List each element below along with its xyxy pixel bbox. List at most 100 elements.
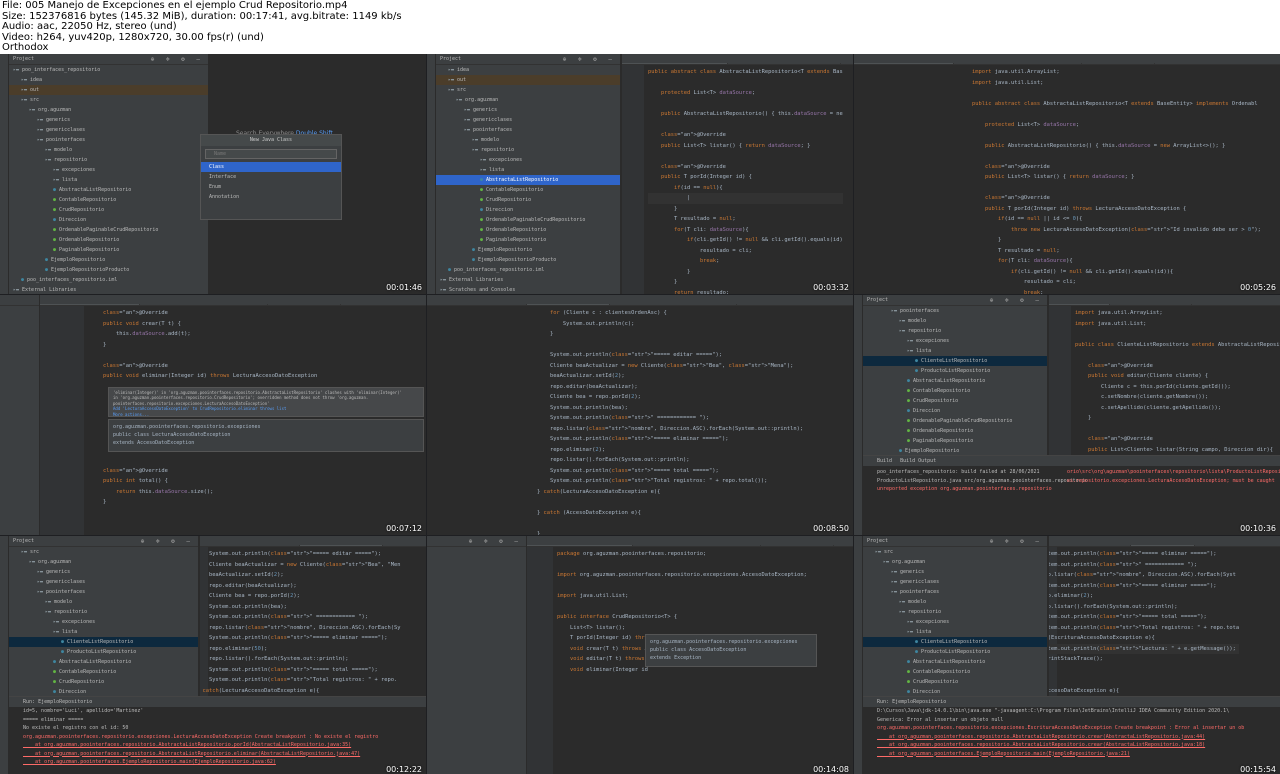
tree-item[interactable]: ● poo_interfaces_repositorio.iml — [436, 265, 620, 275]
tree-item[interactable]: ● CrudRepositorio — [863, 677, 1047, 687]
tree-item[interactable]: ▸▬ genericclases — [9, 125, 208, 135]
tree-item[interactable]: ▸▬ src — [863, 547, 1047, 557]
tree-item[interactable]: ▸▬ modelo — [9, 145, 208, 155]
tree-item[interactable]: ▸▬ modelo — [9, 597, 198, 607]
tree-item[interactable]: ● Direccion — [863, 406, 1047, 416]
tree-item[interactable]: ● OrdenableRepositorio — [863, 426, 1047, 436]
class-name-input[interactable]: Name — [205, 149, 337, 159]
tree-item[interactable]: ● oProducto — [0, 472, 39, 482]
panel-toolbar-icons[interactable]: ⊕ ≑ ⚙ — — [469, 536, 522, 547]
tree-item[interactable]: ▸▬ lista — [863, 346, 1047, 356]
tree-item[interactable]: ▸▬ repositorio — [9, 155, 208, 165]
tree-item[interactable]: ▸▬ poo_interfaces_repositorio — [9, 65, 208, 75]
tree-item[interactable]: ● ositorio — [0, 442, 39, 452]
tree-item[interactable]: ● Direccion — [9, 687, 198, 696]
tree-item[interactable]: ● ClienteListRepositorio — [863, 637, 1047, 647]
tree-item[interactable]: ▸▬ lista — [863, 627, 1047, 637]
tree-item[interactable]: ▸▬ Scratches and Consoles — [436, 285, 620, 294]
tree-item[interactable]: ▸▬ out — [436, 75, 620, 85]
tree-item[interactable]: ● AbstractaListRepositorio — [9, 185, 208, 195]
tree-item[interactable]: ● OrdenablePaginableCrudRepositorio — [9, 225, 208, 235]
code-editor[interactable]: for (Cliente c : clientesOrdenAsc) { Sys… — [427, 306, 853, 535]
tree-item[interactable]: ▸▬ modelo — [863, 597, 1047, 607]
tree-item[interactable]: ▸▬ org.aguzman — [863, 557, 1047, 567]
tree-item[interactable]: ● EjemploRepositorio — [9, 255, 208, 265]
tree-item[interactable]: ▸▬ External Libraries — [436, 275, 620, 285]
code-editor[interactable]: import java.util.ArrayList; import java.u… — [1049, 306, 1280, 455]
tree-item[interactable]: ● CrudRepositorio — [9, 677, 198, 687]
tree-item[interactable]: ▸▬ generics — [9, 115, 208, 125]
tree-item[interactable]: ● ContableRepositorio — [9, 667, 198, 677]
tree-item[interactable]: ▸▬ idea — [436, 65, 620, 75]
tree-item[interactable]: ● EjemploRepositorioProducto — [9, 265, 208, 275]
tree-item[interactable]: ▸▬ org.aguzman — [9, 105, 208, 115]
tree-item[interactable]: ▸▬ excepciones — [863, 336, 1047, 346]
tree-item[interactable]: ▸▬ repositorio — [863, 326, 1047, 336]
tree-item[interactable]: ● PaginableRepositorio — [9, 245, 208, 255]
run-config-tab[interactable]: EjemploRepositorio — [38, 699, 92, 705]
tree-item[interactable]: ● AbstractaListRepositorio — [863, 376, 1047, 386]
tree-item[interactable]: ● AbstractaListRepositorio — [9, 657, 198, 667]
tree-item[interactable]: ● OrdenableRepositorio — [436, 225, 620, 235]
tree-item[interactable]: ● ProductoListRepositorio — [9, 647, 198, 657]
tree-item[interactable]: ▸▬ out — [9, 85, 208, 95]
code-editor[interactable]: System.out.println(class="str">"===== ed… — [200, 547, 426, 696]
dialog-option[interactable]: Class — [201, 162, 341, 172]
tree-item[interactable]: ● CrudRepositorio — [9, 205, 208, 215]
tree-item[interactable]: ▸▬ lista — [9, 175, 208, 185]
tree-item[interactable]: ● Direccion — [9, 215, 208, 225]
tree-item[interactable]: ● OrdenablePaginableCrudRepositorio — [863, 416, 1047, 426]
tree-item[interactable]: ● orio — [0, 452, 39, 462]
build-tab[interactable]: Build — [877, 458, 892, 464]
tree-item[interactable]: ● EjemploRepositorio — [863, 446, 1047, 455]
tree-item[interactable]: ▸▬ modelo — [436, 135, 620, 145]
tree-item[interactable]: ▸▬ excepciones — [9, 165, 208, 175]
tree-item[interactable]: ● EjemploRepositorioProducto — [436, 255, 620, 265]
tree-item[interactable]: ▸▬ lista — [436, 165, 620, 175]
tree-item[interactable]: ● ContableRepositorio — [863, 386, 1047, 396]
tree-item[interactable]: ● ContableRepositorio — [863, 667, 1047, 677]
tree-item[interactable]: ● Direccion — [863, 687, 1047, 696]
tree-item[interactable]: ▸▬ idea — [9, 75, 208, 85]
tree-item[interactable]: ▸▬ genericclases — [9, 577, 198, 587]
tree-item[interactable]: ▸▬ poointerfaces — [9, 135, 208, 145]
tree-item[interactable]: ● EjemploRepositorio — [436, 245, 620, 255]
tree-item[interactable]: ▸▬ org.aguzman — [9, 557, 198, 567]
tree-item[interactable]: ▸▬ poointerfaces — [436, 125, 620, 135]
panel-toolbar-icons[interactable]: ⊕ ≑ ⚙ — — [990, 536, 1043, 547]
tree-item[interactable]: ▸▬ modelo — [863, 316, 1047, 326]
tree-item[interactable]: ▸▬ excepciones — [436, 155, 620, 165]
tree-item[interactable]: ● PaginableRepositorio — [436, 235, 620, 245]
code-editor[interactable]: import java.util.ArrayList; import java.u… — [854, 65, 1280, 294]
tree-item[interactable]: ▸▬ repositorio — [9, 607, 198, 617]
tree-item[interactable]: ● CrudRepositorio — [436, 195, 620, 205]
tree-item[interactable]: ▸▬ excepciones — [9, 617, 198, 627]
tree-item[interactable]: ▸▬ generics — [863, 567, 1047, 577]
tree-item[interactable]: ▸▬ poointerfaces — [863, 587, 1047, 597]
tree-item[interactable]: ● ableCrudRepositorio — [0, 432, 39, 442]
tree-item[interactable]: ● Direccion — [436, 205, 620, 215]
tree-item[interactable]: ▸▬ repositorio — [436, 145, 620, 155]
tree-item[interactable]: ● ClienteListRepositorio — [863, 356, 1047, 366]
dialog-option[interactable]: Annotation — [201, 192, 341, 202]
tree-item[interactable]: ● ProductoListRepositorio — [863, 366, 1047, 376]
tree-item[interactable]: ● ositorio — [0, 462, 39, 472]
tree-item[interactable]: ▸▬ src — [9, 547, 198, 557]
tree-item[interactable]: ● OrdenableRepositorio — [9, 235, 208, 245]
run-config-tab[interactable]: EjemploRepositorio — [892, 699, 946, 705]
panel-toolbar-icons[interactable]: ⊕ ≑ ⚙ — — [141, 536, 194, 547]
tree-item[interactable]: ▸▬ lista — [9, 627, 198, 637]
dialog-option[interactable]: Enum — [201, 182, 341, 192]
code-editor[interactable]: System.out.println(class="str">"===== el… — [1049, 547, 1280, 696]
tree-item[interactable]: ▸▬ lista — [0, 422, 39, 432]
tree-item[interactable]: ▸▬ excepciones — [863, 617, 1047, 627]
panel-toolbar-icons[interactable]: ⊕ ≑ ⚙ — — [151, 54, 204, 65]
tree-item[interactable]: ▸▬ External Libraries — [9, 285, 208, 294]
tree-item[interactable]: ▸▬ poointerfaces — [863, 306, 1047, 316]
tree-item[interactable]: ● ProductoListRepositorio — [863, 647, 1047, 657]
tree-item[interactable]: ▸▬ genericclases — [863, 577, 1047, 587]
tree-item[interactable]: ▸▬ src — [9, 95, 208, 105]
tree-item[interactable]: ▸▬ generics — [436, 105, 620, 115]
build-tab[interactable]: Build Output — [900, 458, 936, 464]
tree-item[interactable]: ▸▬ genericclases — [436, 115, 620, 125]
